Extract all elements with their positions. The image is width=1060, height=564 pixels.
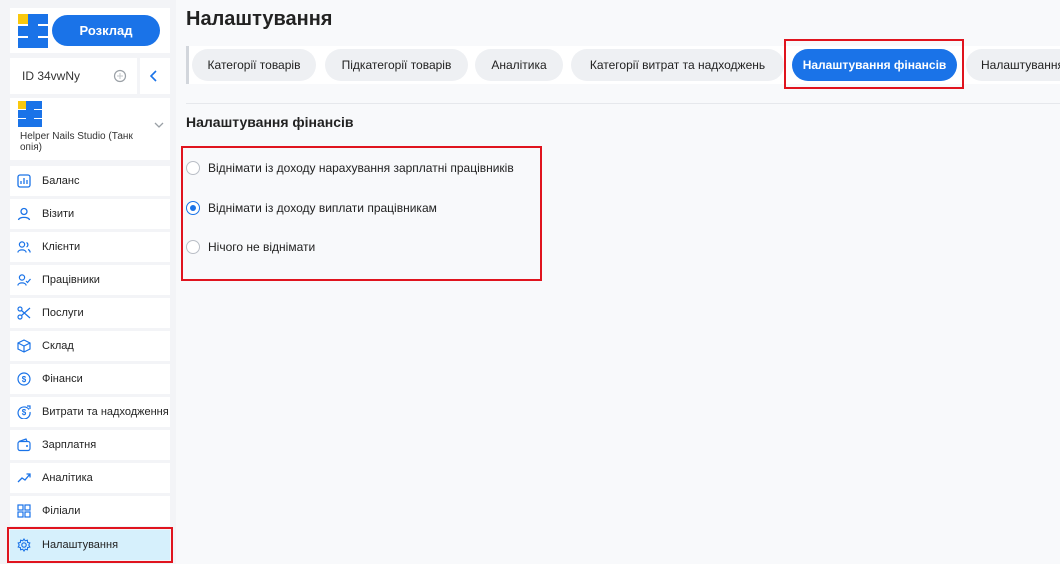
option-label: Віднімати із доходу нарахування зарплатн… [208,161,514,175]
sidebar-item-analytics[interactable]: Аналітика [10,463,170,493]
schedule-button[interactable]: Розклад [52,15,160,46]
box-icon [16,338,32,354]
sidebar-item-label: Налаштування [42,539,119,551]
active-tab-highlight [784,39,964,89]
option-label: Віднімати із доходу виплати працівникам [208,201,437,215]
collapse-sidebar-button[interactable] [140,58,170,94]
studio-logo [18,101,42,127]
sidebar-item-employees[interactable]: Працівники [10,265,170,295]
option-deduct-nothing[interactable]: Нічого не віднімати [186,237,315,257]
sidebar-item-expenses-income[interactable]: $ Витрати та надходження [10,397,170,427]
sidebar-item-label: Філіали [42,505,81,517]
scissors-icon [16,305,32,321]
page-title: Налаштування [186,8,333,30]
sidebar-item-label: Баланс [42,175,80,187]
sidebar-item-services[interactable]: Послуги [10,298,170,328]
sidebar-item-finances[interactable]: $ Фінанси [10,364,170,394]
sidebar-item-warehouse[interactable]: Склад [10,331,170,361]
tab-product-categories[interactable]: Категорії товарів [192,49,316,81]
sidebar-item-clients[interactable]: Клієнти [10,232,170,262]
studio-selector[interactable]: Helper Nails Studio (Танк опія) [10,98,170,160]
sidebar-item-label: Працівники [42,274,100,286]
sidebar-item-salary[interactable]: Зарплатня [10,430,170,460]
option-deduct-salary-accruals[interactable]: Віднімати із доходу нарахування зарплатн… [186,158,514,178]
dollar-icon: $ [16,371,32,387]
account-id: ID 34vwNy [22,69,81,83]
option-deduct-employee-payouts[interactable]: Віднімати із доходу виплати працівникам [186,198,437,218]
radio-button[interactable] [186,161,200,175]
app-logo [18,14,48,48]
chevron-left-icon [150,70,157,82]
sidebar-item-label: Зарплатня [42,439,97,451]
tab-analytics[interactable]: Аналітика [475,49,563,81]
sidebar-item-label: Візити [42,208,75,220]
sidebar-item-label: Фінанси [42,373,83,385]
wallet-icon [16,437,32,453]
sidebar-item-visits[interactable]: Візити [10,199,170,229]
option-label: Нічого не віднімати [208,240,316,254]
dollar-refresh-icon: $ [16,404,32,420]
copy-icon[interactable] [113,69,127,83]
studio-name: Helper Nails Studio (Танк опія) [20,131,133,153]
person-check-icon [16,272,32,288]
grid-icon [16,503,32,519]
sidebar-item-branches[interactable]: Філіали [10,496,170,526]
person-icon [16,206,32,222]
sidebar: Розклад ID 34vwNy Helper Nails Studio (Т… [0,0,176,564]
divider [186,103,1060,104]
account-id-card[interactable]: ID 34vwNy [10,58,137,94]
sidebar-item-label: Послуги [42,307,84,319]
sidebar-item-balance[interactable]: Баланс [10,166,170,196]
sidebar-item-settings[interactable]: Налаштування [7,527,173,563]
chevron-down-icon [154,122,164,128]
sidebar-item-label: Аналітика [42,472,93,484]
chart-icon [16,173,32,189]
tab-product-subcategories[interactable]: Підкатегорії товарів [325,49,468,81]
gear-icon [16,537,32,553]
tab-expense-categories[interactable]: Категорії витрат та надходжень [571,49,784,81]
radio-button[interactable] [186,201,200,215]
section-title: Налаштування фінансів [186,114,354,130]
people-icon [16,239,32,255]
sidebar-item-label: Витрати та надходження [42,406,169,418]
logo-card: Розклад [10,8,170,53]
tab-settings[interactable]: Налаштування [966,49,1060,81]
radio-button[interactable] [186,240,200,254]
trend-icon [16,470,32,486]
svg-text:$: $ [22,375,27,384]
sidebar-item-label: Клієнти [42,241,81,253]
svg-text:$: $ [22,408,27,417]
sidebar-item-label: Склад [42,340,74,352]
